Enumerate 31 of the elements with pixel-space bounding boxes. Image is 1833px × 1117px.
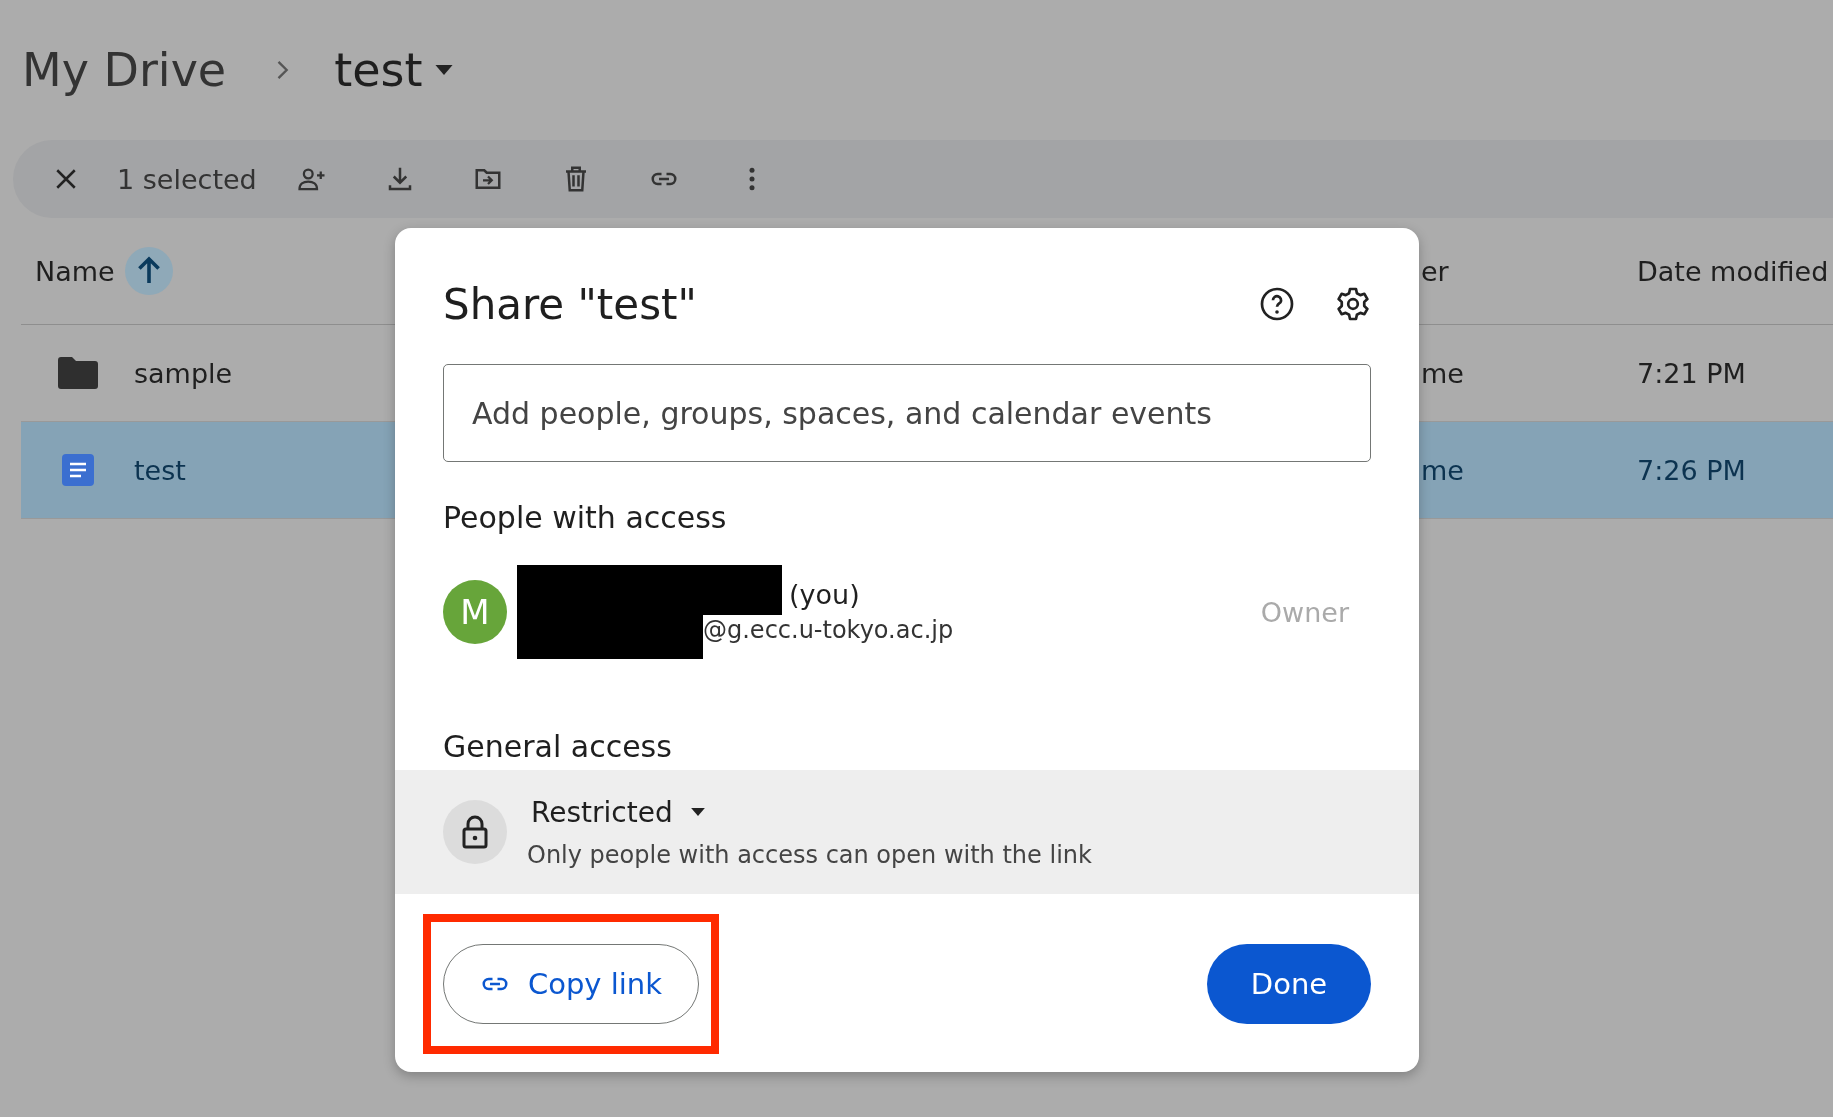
column-header[interactable]: Name [35, 255, 115, 287]
settings-icon[interactable] [1335, 286, 1371, 322]
copy-link-button[interactable]: Copy link [443, 944, 699, 1024]
column-header[interactable]: er [1421, 255, 1637, 287]
person-email: @g.ecc.u-tokyo.ac.jp [703, 616, 954, 644]
table-cell-text: me [1421, 454, 1465, 486]
section-heading: People with access [443, 500, 728, 535]
folder-menu-button[interactable]: test [334, 43, 453, 97]
person-name: (you) [789, 579, 861, 610]
access-dropdown[interactable]: Restricted [527, 795, 1092, 829]
folder-icon [58, 357, 98, 389]
access-description: Only people with access can open with the link [527, 840, 1092, 869]
column-header[interactable]: Date modified [1637, 255, 1833, 287]
selection-count: 1 selected [117, 163, 257, 195]
caret-icon [690, 808, 705, 816]
document-icon [62, 454, 94, 486]
caret-icon [434, 65, 453, 75]
done-button[interactable]: Done [1207, 944, 1371, 1024]
file-name: test [134, 454, 186, 486]
table-cell-text: 7:26 PM [1637, 454, 1747, 486]
table-cell-text: 7:21 PM [1637, 357, 1747, 389]
section-heading: General access [443, 729, 673, 764]
dialog-title: Share "test" [443, 279, 698, 329]
table-cell-text: me [1421, 357, 1465, 389]
avatar: M [443, 580, 507, 644]
add-people-field[interactable]: Add people, groups, spaces, and calendar events [443, 364, 1371, 462]
help-icon[interactable] [1259, 286, 1295, 322]
role-label: Owner [1260, 596, 1349, 628]
breadcrumb-link[interactable]: My Drive [22, 43, 227, 97]
file-name: sample [134, 357, 233, 389]
lock-icon [443, 800, 507, 864]
